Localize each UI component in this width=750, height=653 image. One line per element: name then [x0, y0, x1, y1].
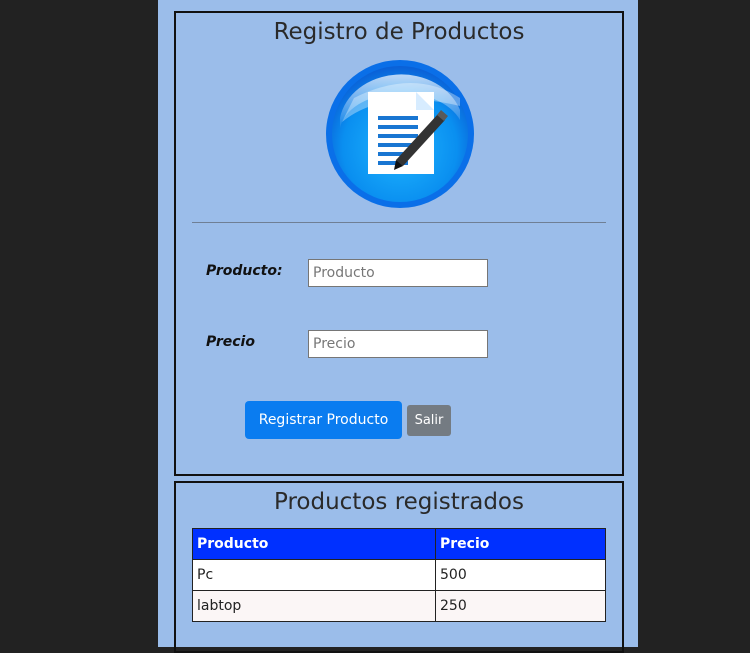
- cell-precio: 500: [435, 559, 606, 591]
- producto-input[interactable]: [308, 259, 488, 287]
- table-header-row: Producto Precio: [192, 528, 606, 560]
- cell-precio: 250: [435, 590, 606, 622]
- main-column: Registro de Productos Producto: Producto…: [158, 0, 638, 653]
- precio-input[interactable]: [308, 330, 488, 358]
- cell-producto: labtop: [192, 590, 436, 622]
- cell-producto: Pc: [192, 559, 436, 591]
- table-row: Pc 500: [192, 559, 606, 591]
- products-list-panel: Productos registrados Producto Precio Pc…: [174, 481, 624, 653]
- exit-button[interactable]: Salir: [407, 405, 451, 436]
- product-form-panel: Registro de Productos Producto: Producto…: [174, 11, 624, 476]
- document-pen-icon: [326, 60, 474, 208]
- table-row: labtop 250: [192, 590, 606, 622]
- form-divider: [192, 222, 606, 223]
- products-table: Producto Precio Pc 500 labtop 250: [192, 528, 606, 622]
- list-title: Productos registrados: [274, 489, 524, 515]
- header-precio: Precio: [435, 528, 606, 560]
- form-title: Registro de Productos: [273, 19, 525, 45]
- producto-label: Producto:: [206, 263, 283, 279]
- register-product-button[interactable]: Registrar Producto: [245, 401, 402, 439]
- header-producto: Producto: [192, 528, 436, 560]
- precio-label: Precio: [206, 334, 255, 350]
